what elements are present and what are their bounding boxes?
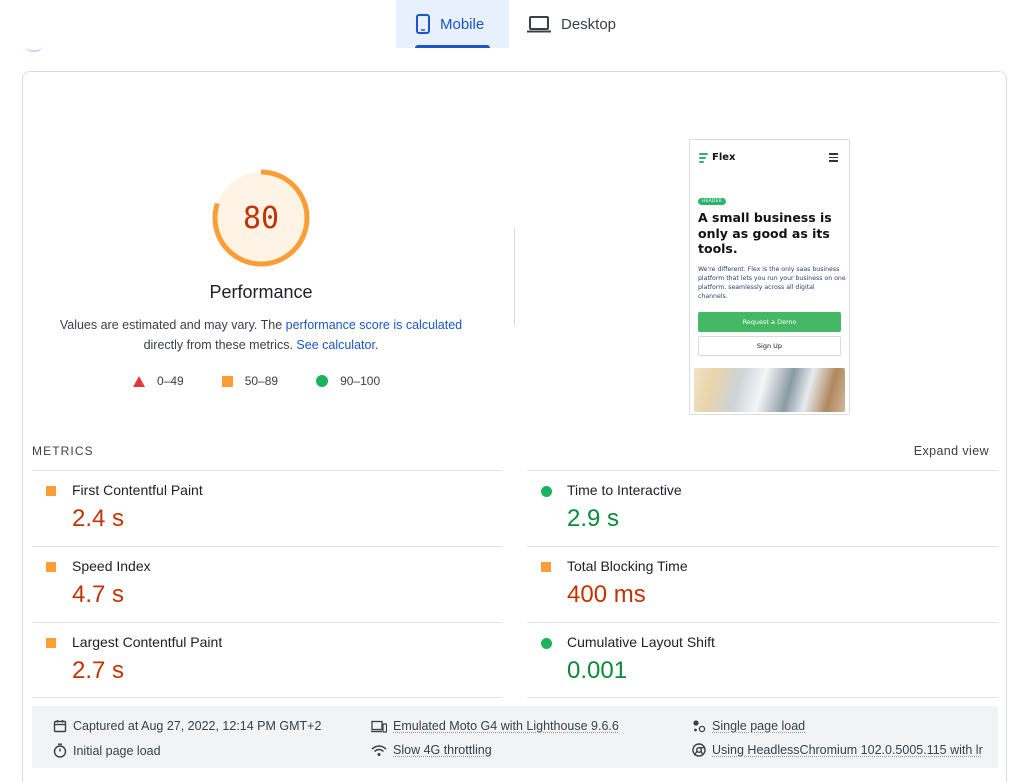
metric-name: Largest Contentful Paint <box>72 634 223 650</box>
metric-value: 0.001 <box>567 657 628 684</box>
screenshot-header: Flex <box>699 152 838 163</box>
tab-desktop-label: Desktop <box>561 15 617 33</box>
metric-value: 2.9 s <box>567 505 620 532</box>
calendar-icon <box>53 719 67 733</box>
see-calculator-link[interactable]: See calculator. <box>296 338 378 352</box>
legend-pass: 90–100 <box>316 374 380 388</box>
legend-average: 50–89 <box>221 374 279 388</box>
average-square-icon <box>46 486 56 496</box>
desc-text-1: Values are estimated and may vary. The <box>59 318 286 332</box>
legend-fail: 0–49 <box>133 374 184 388</box>
screenshot-badge: HEADER <box>698 198 726 205</box>
performance-title: Performance <box>209 282 313 302</box>
screenshot-sign-up-button: Sign Up <box>698 336 841 356</box>
average-square-icon <box>46 638 56 648</box>
legend-average-label: 50–89 <box>244 374 279 388</box>
metric-value: 4.7 s <box>72 581 125 608</box>
pass-circle-icon <box>541 638 552 649</box>
hamburger-menu-icon <box>829 153 838 162</box>
desc-text-2: directly from these metrics. <box>143 338 297 352</box>
screenshot-hero-image <box>694 368 845 412</box>
single-page-load-text[interactable]: Single page load <box>712 719 805 733</box>
screenshot-paragraph: We're different. Flex is the only saas b… <box>698 266 846 300</box>
network-throttling-text[interactable]: Slow 4G throttling <box>393 743 492 757</box>
emulated-device-text[interactable]: Emulated Moto G4 with Lighthouse 9.6.6 <box>393 719 619 733</box>
metric-name: First Contentful Paint <box>72 482 203 498</box>
metric-name: Time to Interactive <box>567 482 682 498</box>
initial-page-load-text: Initial page load <box>73 743 161 758</box>
device-tabs: Mobile Desktop <box>396 0 634 48</box>
smartphone-icon <box>416 14 430 34</box>
average-square-icon <box>541 562 551 572</box>
decorative-arc <box>26 46 42 52</box>
flex-brand: Flex <box>712 152 736 163</box>
metric-time-to-interactive: Time to Interactive 2.9 s <box>527 470 987 546</box>
tab-mobile-label: Mobile <box>440 15 485 33</box>
screenshot-request-demo-button: Request a Demo <box>698 312 841 332</box>
metric-first-contentful-paint: First Contentful Paint 2.4 s <box>32 470 492 546</box>
laptop-icon <box>527 15 551 33</box>
tab-desktop[interactable]: Desktop <box>509 0 634 48</box>
runtime-settings: Captured at Aug 27, 2022, 12:14 PM GMT+2… <box>32 706 998 768</box>
score-legend: 0–49 50–89 90–100 <box>133 374 418 388</box>
triangle-icon <box>133 375 145 387</box>
average-square-icon <box>46 562 56 572</box>
square-icon <box>221 375 233 387</box>
captured-at: Captured at Aug 27, 2022, 12:14 PM GMT+2 <box>53 719 321 733</box>
timer-icon <box>53 743 67 758</box>
vertical-divider <box>514 227 515 326</box>
browser-version: Using HeadlessChromium 102.0.5005.115 wi… <box>692 743 983 757</box>
metric-name: Cumulative Layout Shift <box>567 634 715 650</box>
page-load-icon <box>692 719 706 733</box>
screenshot-heading: A small business is only as good as its … <box>698 210 832 256</box>
metric-total-blocking-time: Total Blocking Time 400 ms <box>527 546 987 622</box>
devices-icon <box>371 720 387 733</box>
metrics-heading: METRICS <box>32 444 94 458</box>
initial-page-load: Initial page load <box>53 743 161 758</box>
legend-fail-label: 0–49 <box>157 374 184 388</box>
performance-description: Values are estimated and may vary. The p… <box>47 315 475 355</box>
flex-logo: Flex <box>699 152 736 163</box>
circle-icon <box>316 375 329 387</box>
browser-version-text[interactable]: Using HeadlessChromium 102.0.5005.115 wi… <box>712 743 983 757</box>
performance-gauge: 80 <box>211 168 311 268</box>
metric-value: 400 ms <box>567 581 646 608</box>
wifi-icon <box>371 744 387 757</box>
network-throttling: Slow 4G throttling <box>371 743 492 757</box>
emulated-device: Emulated Moto G4 with Lighthouse 9.6.6 <box>371 719 619 733</box>
metric-value: 2.4 s <box>72 505 125 532</box>
performance-score: 80 <box>242 200 280 236</box>
metric-name: Speed Index <box>72 558 151 574</box>
metric-largest-contentful-paint: Largest Contentful Paint 2.7 s <box>32 622 492 698</box>
metric-value: 2.7 s <box>72 657 125 684</box>
metrics-divider <box>32 697 502 698</box>
captured-at-text: Captured at Aug 27, 2022, 12:14 PM GMT+2 <box>73 719 322 733</box>
legend-pass-label: 90–100 <box>340 374 381 388</box>
metrics-divider <box>527 697 998 698</box>
metric-name: Total Blocking Time <box>567 558 688 574</box>
expand-view-toggle[interactable]: Expand view <box>914 444 989 458</box>
score-calculated-link[interactable]: performance score is calculated <box>286 318 462 332</box>
pass-circle-icon <box>541 486 552 497</box>
flex-logo-icon <box>699 152 708 163</box>
chrome-icon <box>692 743 706 757</box>
metric-cumulative-layout-shift: Cumulative Layout Shift 0.001 <box>527 622 987 698</box>
final-screenshot[interactable]: Flex HEADER A small business is only as … <box>689 139 850 415</box>
single-page-load: Single page load <box>692 719 805 733</box>
metric-speed-index: Speed Index 4.7 s <box>32 546 492 622</box>
tab-mobile[interactable]: Mobile <box>396 0 509 48</box>
